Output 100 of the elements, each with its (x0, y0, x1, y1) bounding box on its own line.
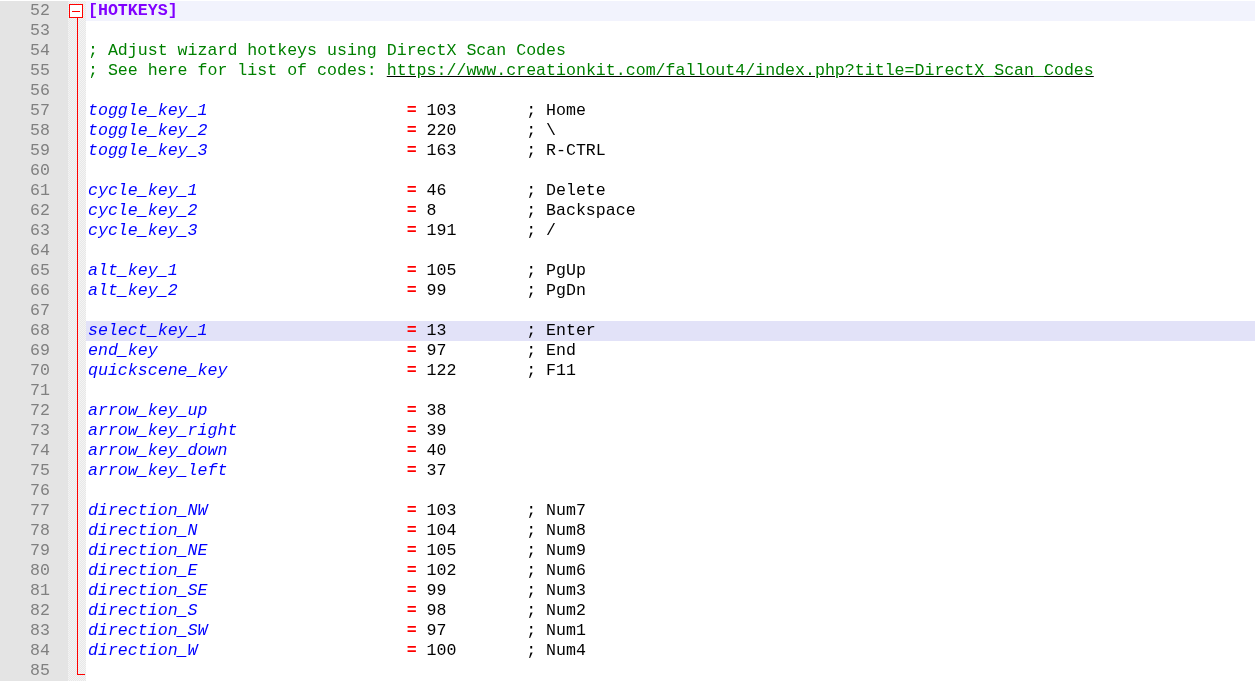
line-number: 74 (0, 441, 68, 461)
setting-key: direction_N (88, 521, 407, 541)
setting-value: 104 (426, 521, 458, 541)
line-number: 55 (0, 61, 68, 81)
inline-comment: ; Num3 (526, 581, 586, 600)
inline-comment: ; PgUp (526, 261, 586, 280)
line-number: 71 (0, 381, 68, 401)
line-number: 57 (0, 101, 68, 121)
line-number: 66 (0, 281, 68, 301)
equals-operator: = (406, 101, 418, 121)
fold-collapse-icon[interactable] (69, 4, 83, 18)
line-number: 83 (0, 621, 68, 641)
line-number: 78 (0, 521, 68, 541)
line-number: 80 (0, 561, 68, 581)
line-number: 81 (0, 581, 68, 601)
line-number: 73 (0, 421, 68, 441)
setting-value: 220 (426, 121, 458, 141)
equals-operator: = (406, 361, 418, 381)
line-number: 63 (0, 221, 68, 241)
inline-comment: ; Num8 (526, 521, 586, 540)
inline-comment: ; Home (526, 101, 586, 120)
setting-key: toggle_key_3 (88, 141, 407, 161)
equals-operator: = (406, 321, 418, 341)
equals-operator: = (406, 201, 418, 221)
line-number: 82 (0, 601, 68, 621)
line-number: 61 (0, 181, 68, 201)
inline-comment: ; F11 (526, 361, 576, 380)
line-number: 70 (0, 361, 68, 381)
setting-key: arrow_key_up (88, 401, 407, 421)
setting-value: 40 (426, 441, 448, 461)
setting-key: arrow_key_down (88, 441, 407, 461)
setting-value: 99 (426, 581, 448, 601)
equals-operator: = (406, 601, 418, 621)
section-header: [HOTKEYS] (88, 1, 178, 20)
line-number: 65 (0, 261, 68, 281)
setting-value: 8 (426, 201, 438, 221)
equals-operator: = (406, 181, 418, 201)
setting-value: 105 (426, 261, 458, 281)
line-number: 59 (0, 141, 68, 161)
equals-operator: = (406, 581, 418, 601)
inline-comment: ; PgDn (526, 281, 586, 300)
line-number: 72 (0, 401, 68, 421)
line-number: 84 (0, 641, 68, 661)
equals-operator: = (406, 141, 418, 161)
equals-operator: = (406, 221, 418, 241)
setting-key: direction_S (88, 601, 407, 621)
equals-operator: = (406, 641, 418, 661)
line-number: 62 (0, 201, 68, 221)
setting-value: 97 (426, 621, 448, 641)
inline-comment: ; Num6 (526, 561, 586, 580)
inline-comment: ; / (526, 221, 556, 240)
line-number: 77 (0, 501, 68, 521)
line-number: 64 (0, 241, 68, 261)
setting-value: 39 (426, 421, 448, 441)
setting-value: 191 (426, 221, 458, 241)
setting-key: arrow_key_left (88, 461, 407, 481)
equals-operator: = (406, 521, 418, 541)
setting-value: 46 (426, 181, 448, 201)
inline-comment: ; Num2 (526, 601, 586, 620)
inline-comment: ; Num1 (526, 621, 586, 640)
equals-operator: = (406, 401, 418, 421)
line-number: 67 (0, 301, 68, 321)
setting-value: 38 (426, 401, 448, 421)
line-number: 60 (0, 161, 68, 181)
setting-key: cycle_key_2 (88, 201, 407, 221)
setting-key: direction_SE (88, 581, 407, 601)
setting-value: 97 (426, 341, 448, 361)
setting-key: direction_NE (88, 541, 407, 561)
line-number: 76 (0, 481, 68, 501)
line-number: 56 (0, 81, 68, 101)
equals-operator: = (406, 261, 418, 281)
setting-key: direction_SW (88, 621, 407, 641)
setting-value: 105 (426, 541, 458, 561)
setting-key: cycle_key_3 (88, 221, 407, 241)
equals-operator: = (406, 441, 418, 461)
setting-key: alt_key_2 (88, 281, 407, 301)
setting-value: 100 (426, 641, 458, 661)
setting-key: direction_W (88, 641, 407, 661)
inline-comment: ; Num7 (526, 501, 586, 520)
equals-operator: = (406, 561, 418, 581)
line-number: 69 (0, 341, 68, 361)
line-number: 75 (0, 461, 68, 481)
equals-operator: = (406, 121, 418, 141)
setting-key: alt_key_1 (88, 261, 407, 281)
inline-comment: ; Delete (526, 181, 606, 200)
link[interactable]: https://www.creationkit.com/fallout4/index.php?title=DirectX_Scan_Codes (386, 61, 1094, 80)
inline-comment: ; Num9 (526, 541, 586, 560)
setting-key: toggle_key_1 (88, 101, 407, 121)
inline-comment: ; R-CTRL (526, 141, 606, 160)
setting-value: 13 (426, 321, 448, 341)
setting-key: select_key_1 (88, 321, 407, 341)
equals-operator: = (406, 461, 418, 481)
inline-comment: ; End (526, 341, 576, 360)
setting-value: 99 (426, 281, 448, 301)
setting-key: quickscene_key (88, 361, 407, 381)
inline-comment: ; \ (526, 121, 556, 140)
comment-text: ; See here for list of codes: https://www.creationkit.com/fallout4/index.php?title=DirectX_Scan_Codes (88, 61, 1094, 80)
setting-value: 102 (426, 561, 458, 581)
line-number: 79 (0, 541, 68, 561)
line-number: 52 (0, 1, 68, 21)
